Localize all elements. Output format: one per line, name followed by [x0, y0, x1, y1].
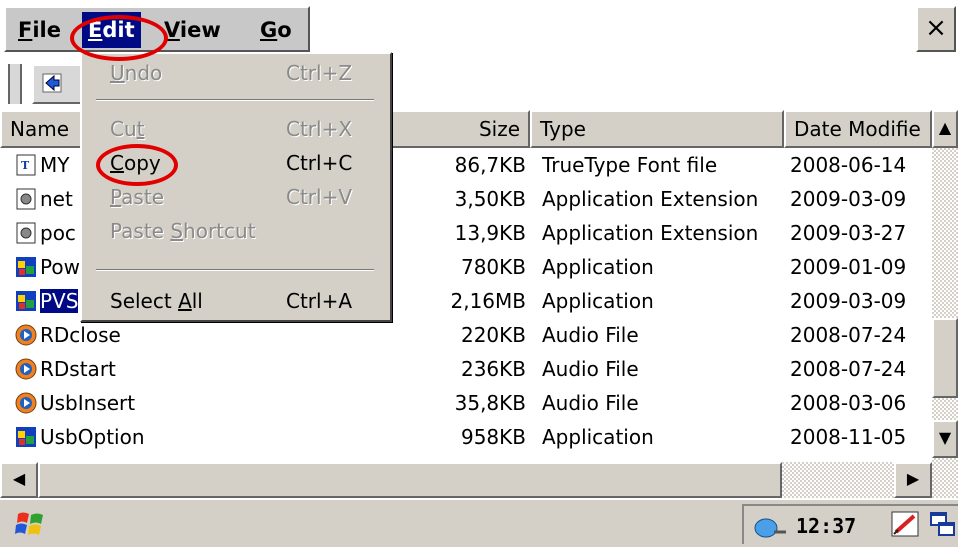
column-header-type[interactable]: Type — [530, 110, 784, 148]
triangle-left-icon: ◀ — [12, 469, 26, 488]
application-icon — [16, 290, 36, 311]
scroll-up-button[interactable]: ▲ — [932, 110, 958, 148]
pen-input-icon[interactable] — [890, 510, 922, 540]
close-icon: × — [925, 13, 947, 43]
triangle-right-icon: ▶ — [906, 469, 920, 488]
audio-file-icon — [15, 324, 37, 345]
triangle-down-icon: ▼ — [938, 428, 952, 447]
menu-file[interactable]: File — [12, 12, 67, 48]
close-button[interactable]: × — [916, 6, 956, 52]
menu-bar-strip: File Edit View Go — [4, 6, 310, 52]
menu-item-cut[interactable]: Cut Ctrl+X — [82, 112, 390, 146]
column-header-date[interactable]: Date Modifie — [784, 110, 932, 148]
horizontal-scroll-thumb[interactable] — [38, 462, 782, 498]
table-row[interactable]: RDclose 220KB Audio File 2008-07-24 — [0, 318, 932, 352]
back-arrow-icon — [42, 73, 62, 93]
svg-text:T: T — [21, 159, 30, 172]
table-row[interactable]: UsbInsert 35,8KB Audio File 2008-03-06 — [0, 386, 932, 420]
taskbar: 12:37 — [0, 498, 958, 547]
scroll-down-button[interactable]: ▼ — [932, 420, 958, 458]
scroll-left-button[interactable]: ◀ — [0, 462, 38, 498]
audio-file-icon — [15, 358, 37, 379]
menu-item-undo[interactable]: Undo Ctrl+Z — [82, 56, 390, 90]
dll-file-icon — [16, 222, 36, 243]
menu-separator — [96, 99, 374, 101]
menu-item-select-all[interactable]: Select All Ctrl+A — [82, 284, 390, 318]
triangle-up-icon: ▲ — [938, 118, 952, 137]
audio-file-icon — [15, 392, 37, 413]
toolbar-grip-handle[interactable] — [8, 64, 22, 104]
font-file-icon: T — [16, 154, 36, 175]
windows-switch-icon[interactable] — [928, 510, 958, 540]
back-button[interactable] — [32, 64, 84, 104]
vertical-scrollbar[interactable]: ▲ ▼ — [932, 110, 958, 458]
network-connection-icon[interactable] — [752, 512, 790, 540]
taskbar-clock[interactable]: 12:37 — [796, 512, 856, 540]
dll-file-icon — [16, 188, 36, 209]
windows-start-icon[interactable] — [14, 508, 48, 540]
menu-item-paste-shortcut[interactable]: Paste Shortcut — [82, 214, 390, 248]
horizontal-scrollbar[interactable]: ◀ ▶ — [0, 462, 932, 498]
edit-menu-dropdown: Undo Ctrl+Z Cut Ctrl+X Copy Ctrl+C Paste… — [80, 52, 392, 322]
table-row[interactable]: UsbOption 958KB Application 2008-11-05 — [0, 420, 932, 454]
scroll-right-button[interactable]: ▶ — [894, 462, 932, 498]
menu-go[interactable]: Go — [254, 12, 298, 48]
menu-item-paste[interactable]: Paste Ctrl+V — [82, 180, 390, 214]
application-icon — [16, 256, 36, 277]
system-tray: 12:37 — [742, 504, 958, 544]
menu-item-copy[interactable]: Copy Ctrl+C — [82, 146, 390, 180]
application-icon — [16, 426, 36, 447]
menu-separator — [96, 269, 374, 271]
table-row[interactable]: RDstart 236KB Audio File 2008-07-24 — [0, 352, 932, 386]
scrollbar-corner — [932, 458, 958, 498]
menu-bar: File Edit View Go × — [0, 0, 958, 58]
vertical-scroll-thumb[interactable] — [932, 318, 958, 398]
menu-edit[interactable]: Edit — [82, 12, 141, 48]
column-header-size[interactable]: Size — [390, 110, 530, 148]
menu-view[interactable]: View — [158, 12, 227, 48]
